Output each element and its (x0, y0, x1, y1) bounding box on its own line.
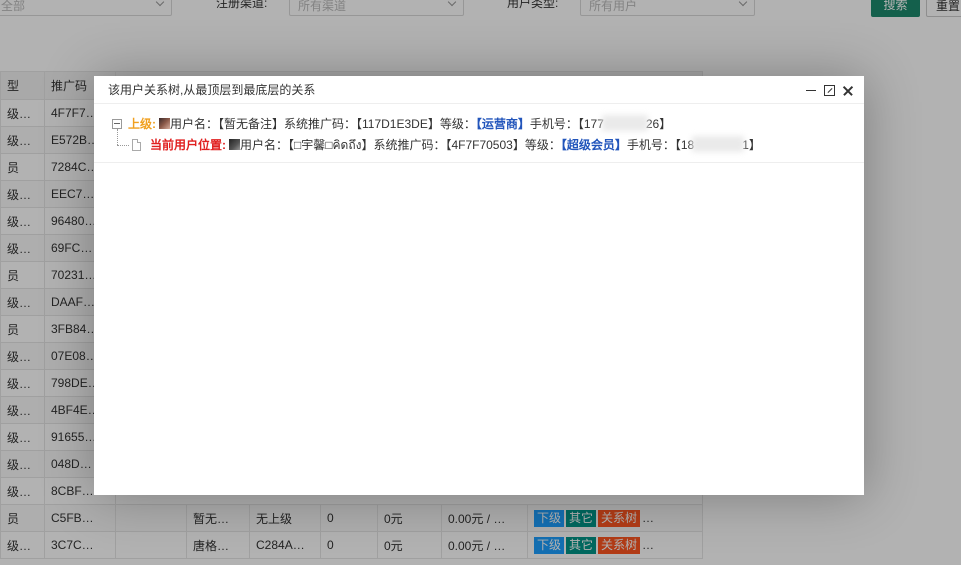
redacted-mask (601, 115, 648, 131)
parent-phone-prefix: 手机号：【177 (529, 117, 604, 131)
tree-node-parent[interactable]: 上级: 用户名：【暂无备注】系统推广码：【117D1E3DE】等级：【运营商】手机… (94, 114, 864, 135)
current-phone-prefix: 手机号：【18 (626, 138, 695, 152)
avatar (229, 139, 240, 150)
redacted-mask (692, 136, 745, 152)
parent-phone-suffix: 26】 (645, 117, 672, 131)
parent-level: 【运营商】 (475, 117, 530, 131)
current-level: 【超级会员】 (560, 138, 627, 152)
minimize-icon[interactable] (805, 84, 817, 96)
dialog-tools (805, 76, 854, 104)
tree-node-current[interactable]: 当前用户位置: 用户名：【□宇馨□คิดถึง】系统推广码：【4F7F70503】… (94, 129, 864, 156)
document-icon (132, 139, 141, 151)
relation-tree-dialog: 该用户关系树,从最顶层到最底层的关系 上级: 用户名：【暂无备注】系统推广码：【1… (94, 76, 864, 495)
dialog-header: 该用户关系树,从最顶层到最底层的关系 (94, 76, 864, 104)
close-icon[interactable] (842, 84, 854, 96)
relation-tree: 上级: 用户名：【暂无备注】系统推广码：【117D1E3DE】等级：【运营商】手机… (94, 104, 864, 163)
current-info: 用户名：【□宇馨□คิดถึง】系统推广码：【4F7F70503】等级： (240, 138, 561, 152)
current-phone-suffix: 1】 (742, 138, 761, 152)
avatar (159, 118, 170, 129)
parent-label: 上级: (128, 117, 156, 131)
current-label: 当前用户位置: (150, 138, 226, 152)
dialog-title: 该用户关系树,从最顶层到最底层的关系 (108, 83, 316, 97)
parent-info: 用户名：【暂无备注】系统推广码：【117D1E3DE】等级： (170, 117, 476, 131)
tree-connector (117, 145, 129, 146)
collapse-toggle-icon[interactable] (112, 119, 122, 129)
tree-connector (117, 129, 118, 145)
maximize-icon[interactable] (824, 84, 835, 96)
